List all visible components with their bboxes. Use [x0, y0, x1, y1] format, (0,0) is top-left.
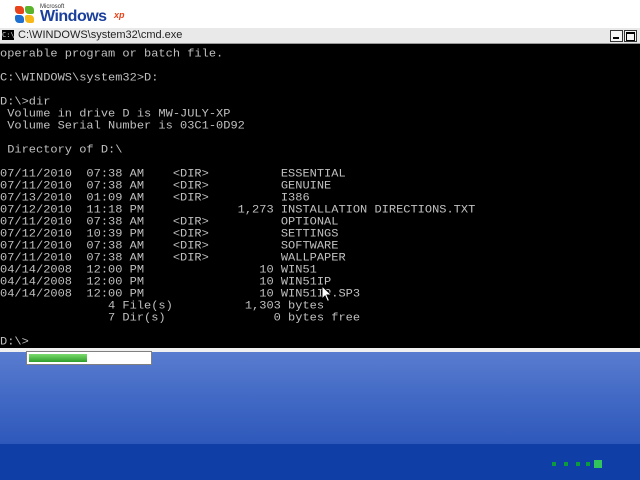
console-line: Volume in drive D is MW-JULY-XP: [0, 107, 231, 121]
maximize-button[interactable]: [624, 30, 637, 42]
minimize-button[interactable]: [610, 30, 623, 42]
progress-bar: [26, 351, 152, 365]
console-line: 04/14/2008 12:00 PM 10 WIN51IP.SP3: [0, 287, 361, 301]
desktop-background: [0, 348, 640, 480]
console-icon[interactable]: C:\: [2, 30, 15, 40]
loading-dot: [552, 462, 556, 466]
console-line: C:\WINDOWS\system32>D:: [0, 71, 159, 85]
console-line: 07/11/2010 07:38 AM <DIR> WALLPAPER: [0, 251, 346, 265]
loading-dot: [586, 462, 590, 466]
loading-dot-active: [594, 460, 602, 468]
window-title: C:\WINDOWS\system32\cmd.exe: [18, 29, 183, 41]
console-line: 07/12/2010 10:39 PM <DIR> SETTINGS: [0, 227, 339, 241]
logo-windows-text: Windows: [40, 8, 107, 25]
console-line: 07/11/2010 07:38 AM <DIR> ESSENTIAL: [0, 167, 346, 181]
console-line: 07/11/2010 07:38 AM <DIR> SOFTWARE: [0, 239, 339, 253]
logo-xp-text: xp: [114, 10, 125, 20]
loading-dots: [552, 460, 602, 468]
console-line: operable program or batch file.: [0, 47, 224, 61]
cmd-window[interactable]: C:\ C:\WINDOWS\system32\cmd.exe operable…: [0, 28, 640, 348]
title-bar[interactable]: C:\ C:\WINDOWS\system32\cmd.exe: [0, 28, 640, 44]
console-line: D:\>dir: [0, 95, 51, 109]
console-output[interactable]: operable program or batch file. C:\WINDOW…: [0, 44, 640, 348]
windows-xp-logo: Microsoft Windows xp: [14, 2, 134, 26]
console-line: 04/14/2008 12:00 PM 10 WIN51IP: [0, 275, 332, 289]
loading-dot: [564, 462, 568, 466]
console-line: Directory of D:\: [0, 143, 123, 157]
console-line: 07/11/2010 07:38 AM <DIR> GENUINE: [0, 179, 332, 193]
console-line: 4 File(s) 1,303 bytes: [0, 299, 325, 313]
desktop-bottom-band: [0, 444, 640, 480]
console-line: 07/11/2010 07:38 AM <DIR> OPTIONAL: [0, 215, 339, 229]
console-line: 7 Dir(s) 0 bytes free: [0, 311, 361, 325]
console-line: Volume Serial Number is 03C1-0D92: [0, 119, 245, 133]
console-line: 07/13/2010 01:09 AM <DIR> I386: [0, 191, 310, 205]
loading-dot: [576, 462, 580, 466]
console-line: 04/14/2008 12:00 PM 10 WIN51: [0, 263, 317, 277]
progress-fill: [29, 354, 87, 362]
boot-strip: Microsoft Windows xp: [0, 0, 640, 28]
console-line: D:\>: [0, 335, 29, 348]
windows-flag-icon: [14, 5, 36, 25]
console-line: 07/12/2010 11:18 PM 1,273 INSTALLATION D…: [0, 203, 476, 217]
